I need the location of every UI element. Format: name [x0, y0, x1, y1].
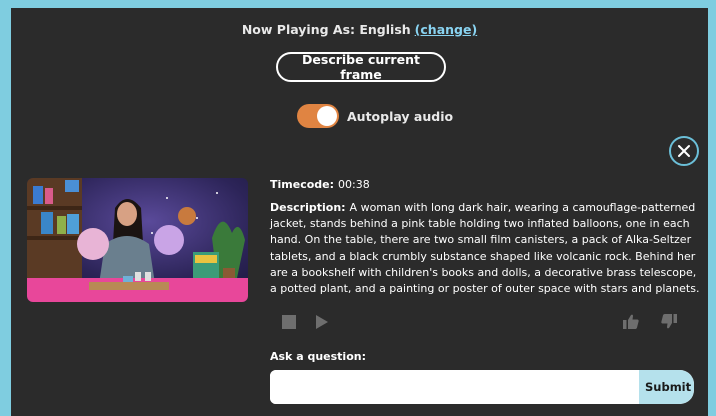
description-label: Description: — [270, 201, 346, 214]
close-icon — [678, 145, 690, 157]
ask-question-label: Ask a question: — [270, 350, 366, 363]
feedback-controls — [623, 314, 677, 333]
timecode-label: Timecode: — [270, 178, 335, 191]
now-playing-line: Now Playing As: English (change) — [11, 22, 708, 37]
question-input[interactable] — [270, 370, 639, 404]
timecode: Timecode: 00:38 — [270, 178, 370, 191]
stop-button[interactable] — [282, 314, 296, 333]
description-text: A woman with long dark hair, wearing a c… — [270, 201, 700, 296]
thumbs-up-button[interactable] — [623, 314, 639, 333]
thumbs-down-icon — [661, 314, 677, 329]
thumbs-up-icon — [623, 314, 639, 329]
timecode-value: 00:38 — [338, 178, 370, 191]
now-playing-text: Now Playing As: English — [241, 22, 411, 37]
play-button[interactable] — [316, 314, 328, 333]
describe-current-frame-button[interactable]: Describe current frame — [276, 52, 446, 82]
toggle-knob — [317, 106, 337, 126]
autoplay-control: Autoplay audio — [297, 104, 453, 128]
submit-button[interactable]: Submit — [639, 370, 694, 404]
autoplay-label: Autoplay audio — [347, 108, 454, 124]
audio-description-panel: Now Playing As: English (change) Describe… — [11, 8, 708, 416]
frame-thumbnail — [27, 178, 248, 302]
frame-thumbnail-image — [27, 178, 248, 302]
thumbs-down-button[interactable] — [661, 314, 677, 333]
play-icon — [316, 315, 328, 329]
frame-description: Description: A woman with long dark hair,… — [270, 200, 702, 297]
ask-question-row: Submit — [270, 370, 694, 404]
audio-controls — [282, 314, 328, 333]
change-language-link[interactable]: (change) — [415, 22, 478, 37]
stop-icon — [282, 315, 296, 329]
autoplay-toggle[interactable] — [297, 104, 339, 128]
close-button[interactable] — [669, 136, 699, 166]
